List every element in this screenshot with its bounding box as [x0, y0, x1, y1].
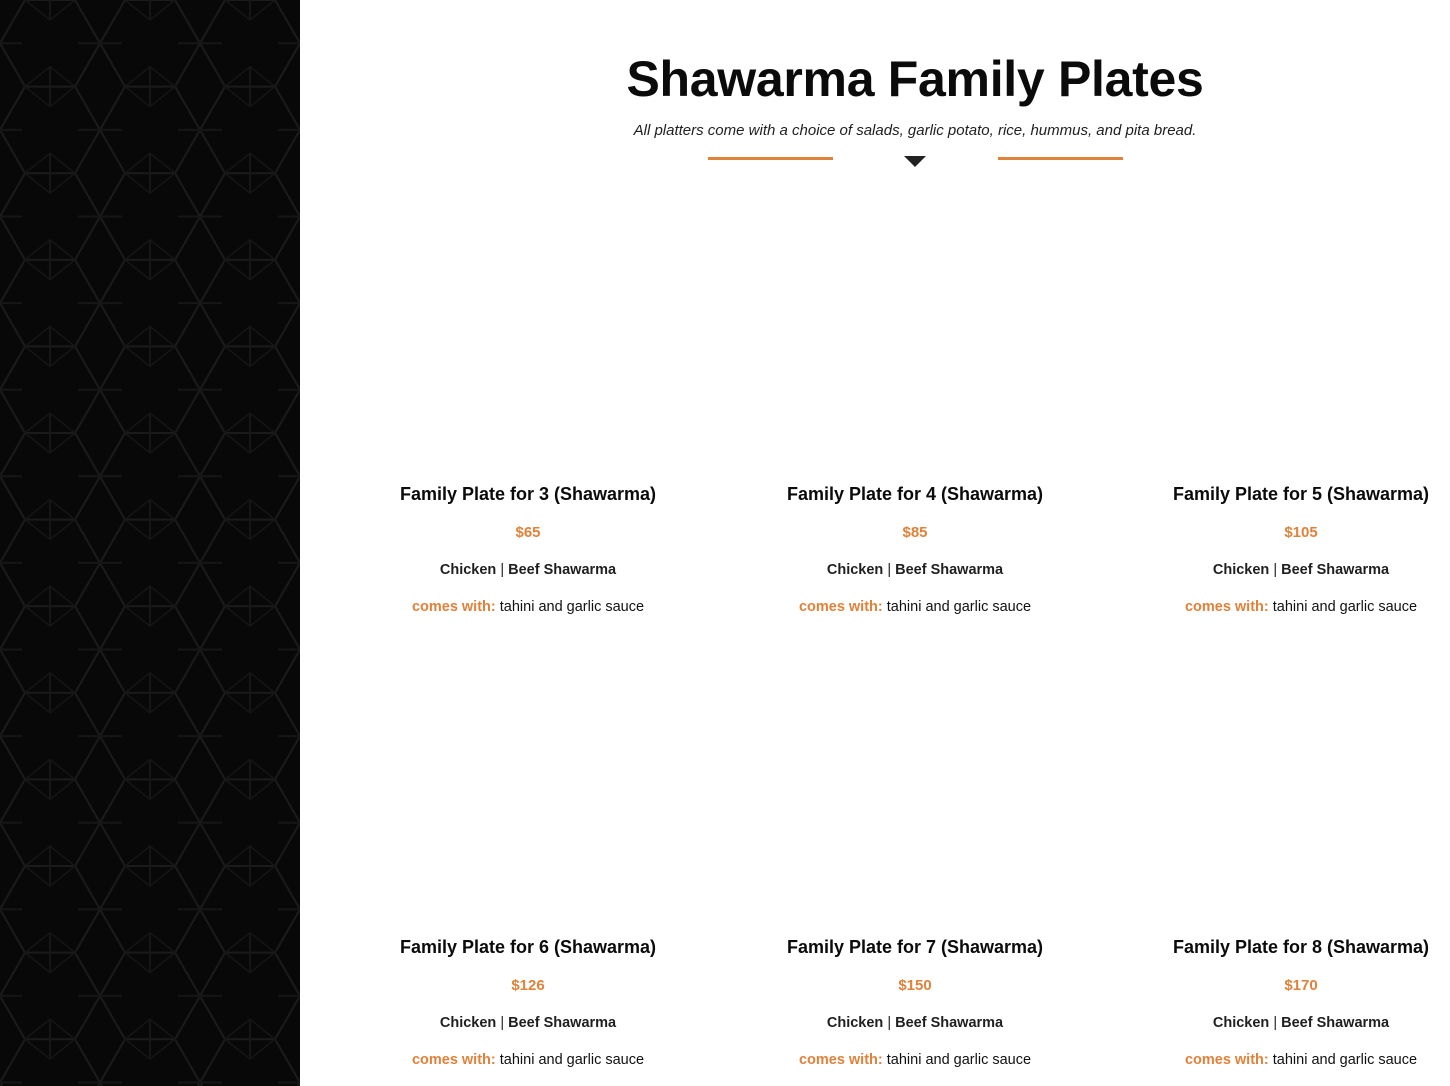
comes-with-value: tahini and garlic sauce: [1268, 599, 1418, 615]
comes-with-value: tahini and garlic sauce: [1268, 1052, 1418, 1068]
comes-with-label: comes with:: [1184, 1052, 1269, 1068]
plate-meat-options: Chicken | Beef Shawarma: [1151, 1013, 1450, 1033]
comes-with-label: comes with:: [798, 1052, 883, 1068]
comes-with-label: comes with:: [411, 599, 496, 615]
plate-meat-options: Chicken | Beef Shawarma: [378, 560, 678, 580]
meat-option-beef: Beef Shawarma: [1281, 562, 1390, 578]
plate-image-placeholder: [805, 665, 1025, 905]
meat-option-chicken: Chicken: [826, 562, 884, 578]
plate-price: $85: [902, 524, 928, 541]
divider-line-right: [998, 157, 1123, 160]
page: Shawarma Family Plates All platters come…: [0, 0, 1450, 1086]
meat-option-beef: Beef Shawarma: [1281, 1015, 1390, 1031]
comes-with-label: comes with:: [798, 599, 883, 615]
comes-with-value: tahini and garlic sauce: [495, 599, 645, 615]
section-subtitle: All platters come with a choice of salad…: [633, 122, 1197, 139]
comes-with-label: comes with:: [411, 1052, 496, 1068]
plate-name: Family Plate for 8 (Shawarma): [1172, 937, 1430, 957]
meat-option-beef: Beef Shawarma: [895, 1015, 1004, 1031]
meat-separator: |: [1269, 1015, 1282, 1031]
meat-option-chicken: Chicken: [439, 562, 497, 578]
plate-name: Family Plate for 5 (Shawarma): [1172, 484, 1430, 504]
title-divider: [708, 152, 1123, 172]
meat-option-chicken: Chicken: [1212, 562, 1270, 578]
meat-separator: |: [496, 1015, 509, 1031]
meat-separator: |: [496, 562, 509, 578]
plate-image-placeholder: [1191, 212, 1411, 452]
meat-separator: |: [883, 1015, 896, 1031]
plate-comes-with: comes with: tahini and garlic sauce: [378, 597, 678, 617]
plate-price: $150: [898, 977, 932, 994]
meat-separator: |: [1269, 562, 1282, 578]
plate-comes-with: comes with: tahini and garlic sauce: [765, 1050, 1065, 1070]
plate-name: Family Plate for 3 (Shawarma): [399, 484, 657, 504]
meat-option-beef: Beef Shawarma: [508, 1015, 617, 1031]
comes-with-value: tahini and garlic sauce: [882, 1052, 1032, 1068]
plate-comes-with: comes with: tahini and garlic sauce: [378, 1050, 678, 1070]
plate-price: $65: [515, 524, 541, 541]
comes-with-label: comes with:: [1184, 599, 1269, 615]
plate-price: $126: [511, 977, 545, 994]
plate-meat-options: Chicken | Beef Shawarma: [765, 560, 1065, 580]
plate-name: Family Plate for 7 (Shawarma): [786, 937, 1044, 957]
plate-image-placeholder: [418, 665, 638, 905]
plate-image-placeholder: [1191, 665, 1411, 905]
meat-option-beef: Beef Shawarma: [895, 562, 1004, 578]
comes-with-value: tahini and garlic sauce: [882, 599, 1032, 615]
plate-meat-options: Chicken | Beef Shawarma: [378, 1013, 678, 1033]
plate-price: $170: [1284, 977, 1318, 994]
family-plates-section: Shawarma Family Plates All platters come…: [300, 0, 1450, 1086]
plate-price: $105: [1284, 524, 1318, 541]
meat-option-beef: Beef Shawarma: [508, 562, 617, 578]
caret-down-icon: [904, 156, 926, 167]
section-title: Shawarma Family Plates: [626, 51, 1204, 107]
plate-image-placeholder: [805, 212, 1025, 452]
plate-meat-options: Chicken | Beef Shawarma: [765, 1013, 1065, 1033]
meat-option-chicken: Chicken: [1212, 1015, 1270, 1031]
meat-option-chicken: Chicken: [439, 1015, 497, 1031]
plate-comes-with: comes with: tahini and garlic sauce: [1151, 597, 1450, 617]
plate-meat-options: Chicken | Beef Shawarma: [1151, 560, 1450, 580]
plate-comes-with: comes with: tahini and garlic sauce: [1151, 1050, 1450, 1070]
plate-name: Family Plate for 6 (Shawarma): [399, 937, 657, 957]
comes-with-value: tahini and garlic sauce: [495, 1052, 645, 1068]
hexagon-pattern-background: [0, 0, 300, 1086]
sidebar-pattern-panel: [0, 0, 300, 1086]
plate-name: Family Plate for 4 (Shawarma): [786, 484, 1044, 504]
plate-comes-with: comes with: tahini and garlic sauce: [765, 597, 1065, 617]
divider-line-left: [708, 157, 833, 160]
plate-image-placeholder: [418, 212, 638, 452]
meat-option-chicken: Chicken: [826, 1015, 884, 1031]
meat-separator: |: [883, 562, 896, 578]
